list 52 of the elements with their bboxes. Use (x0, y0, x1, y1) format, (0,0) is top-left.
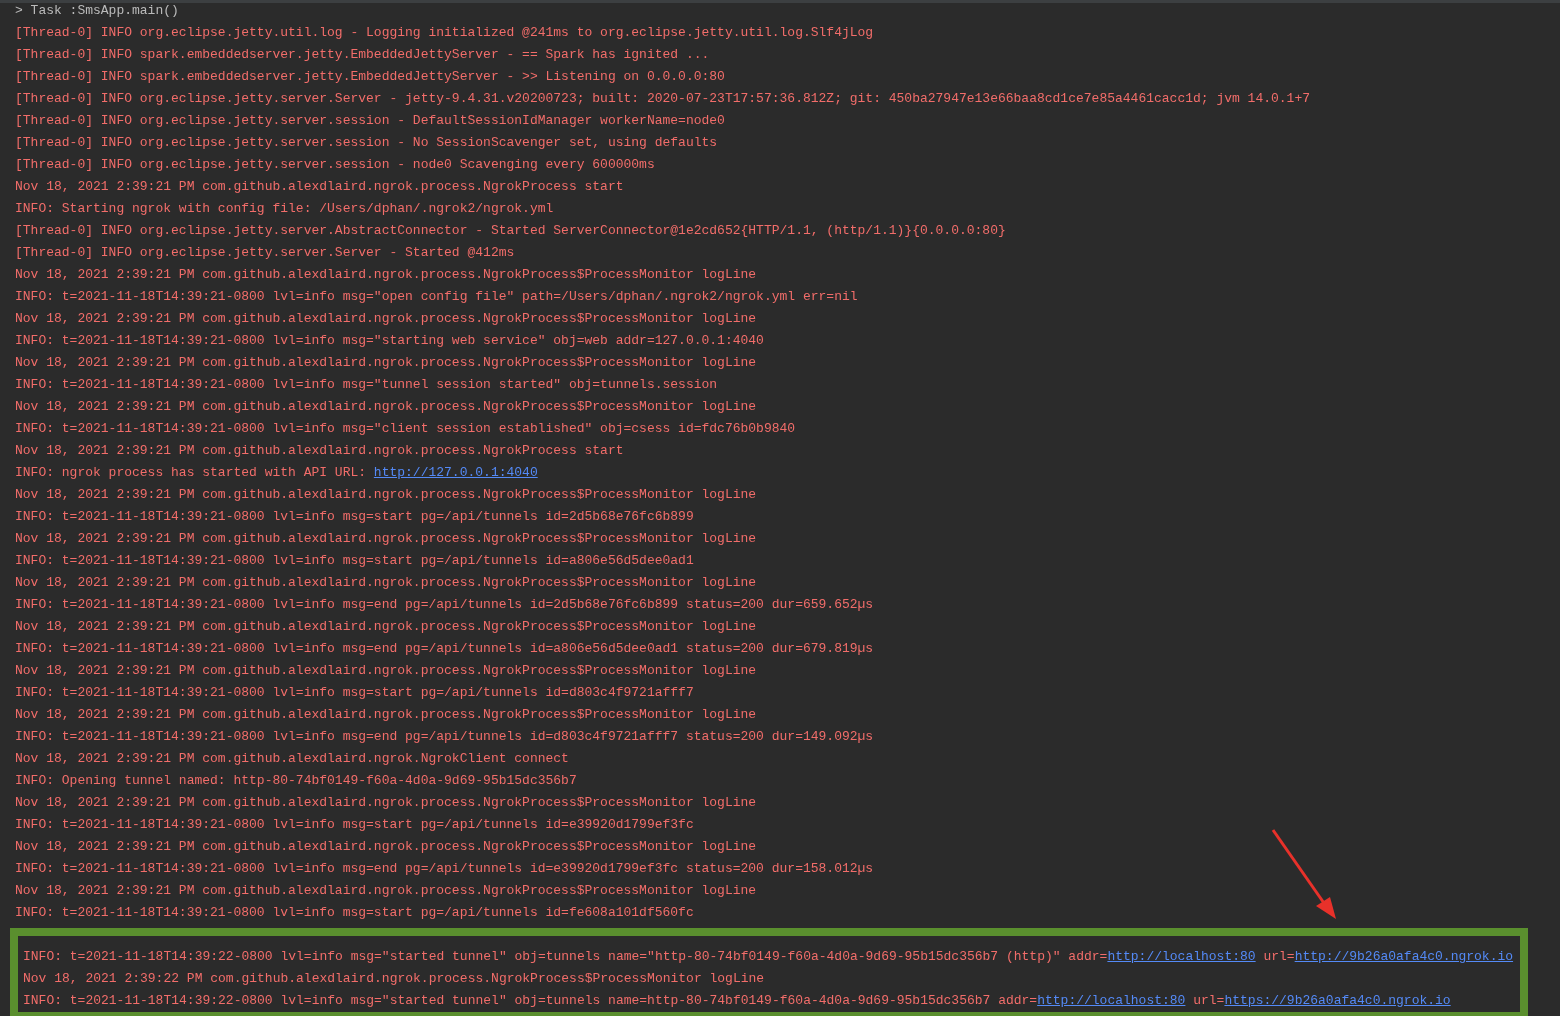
log-text: Nov 18, 2021 2:39:21 PM com.github.alexdlaird.ngrok.process.NgrokProcess start (15, 443, 624, 458)
log-text: Nov 18, 2021 2:39:21 PM com.github.alexdlaird.ngrok.process.NgrokProcess$ProcessMonitor logLine (15, 311, 757, 326)
log-text: Nov 18, 2021 2:39:21 PM com.github.alexdlaird.ngrok.process.NgrokProcess$ProcessMonitor logLine (15, 531, 757, 546)
log-text: INFO: Opening tunnel named: http-80-74bf0149-f60a-4d0a-9d69-95b15dc356b7 (15, 773, 577, 788)
log-text: Nov 18, 2021 2:39:21 PM com.github.alexdlaird.ngrok.process.NgrokProcess$ProcessMonitor logLine (15, 839, 757, 854)
log-link[interactable]: http://127.0.0.1:4040 (373, 465, 538, 480)
log-text: INFO: t=2021-11-18T14:39:21-0800 lvl=info msg=start pg=/api/tunnels id=a806e56d5dee0ad1 (15, 553, 694, 568)
log-text: [Thread-0] INFO org.eclipse.jetty.server.AbstractConnector - Started ServerConnector@1e2cd652{HTTP/1.1, (http/1.1)}{0.0.0.0:80} (15, 223, 1006, 238)
log-text: INFO: t=2021-11-18T14:39:21-0800 lvl=info msg="open config file" path=/Users/dphan/.ngrok2/ngrok.yml err=nil (15, 289, 858, 304)
log-text: INFO: t=2021-11-18T14:39:21-0800 lvl=info msg=end pg=/api/tunnels id=e39920d1799ef3fc status=200 dur=158.012µs (15, 861, 874, 876)
log-text: INFO: t=2021-11-18T14:39:21-0800 lvl=info msg=start pg=/api/tunnels id=e39920d1799ef3fc (15, 817, 694, 832)
log-text: INFO: Starting ngrok with config file: /Users/dphan/.ngrok2/ngrok.yml (15, 201, 554, 216)
log-text: url= (1192, 993, 1225, 1008)
log-text: Nov 18, 2021 2:39:21 PM com.github.alexdlaird.ngrok.process.NgrokProcess$ProcessMonitor logLine (15, 355, 757, 370)
log-text: INFO: t=2021-11-18T14:39:22-0800 lvl=info msg="started tunnel" obj=tunnels name=http-80-74bf0149-f60a-4d0a-9d69-95b15dc356b7 addr= (23, 993, 1038, 1008)
log-text: INFO: ngrok process has started with API URL: (15, 465, 368, 480)
log-text: [Thread-0] INFO spark.embeddedserver.jetty.EmbeddedJettyServer - >> Listening on 0.0.0.0:80 (15, 69, 725, 84)
log-text: [Thread-0] INFO org.eclipse.jetty.server.Server - jetty-9.4.31.v20200723; built: 2020-07-23T17:57:36.812Z; git: 450ba27947e13e66baa8cd1ce7e85a4461cacc1d; jvm 14.0.1+7 (15, 91, 1310, 106)
log-text: INFO: t=2021-11-18T14:39:21-0800 lvl=info msg=start pg=/api/tunnels id=fe608a101df560fc (15, 905, 694, 920)
log-text: INFO: t=2021-11-18T14:39:21-0800 lvl=info msg="starting web service" obj=web addr=127.0.0.1:4040 (15, 333, 764, 348)
log-link[interactable]: http://localhost:80 (1037, 993, 1186, 1008)
log-text: INFO: t=2021-11-18T14:39:21-0800 lvl=info msg=start pg=/api/tunnels id=2d5b68e76fc6b899 (15, 509, 694, 524)
log-text: INFO: t=2021-11-18T14:39:21-0800 lvl=info msg=start pg=/api/tunnels id=d803c4f9721afff7 (15, 685, 694, 700)
log-link[interactable]: http://localhost:80 (1107, 949, 1256, 964)
log-text: Nov 18, 2021 2:39:21 PM com.github.alexdlaird.ngrok.process.NgrokProcess$ProcessMonitor logLine (15, 663, 757, 678)
log-text: INFO: t=2021-11-18T14:39:21-0800 lvl=info msg="client session established" obj=csess id=fdc76b0b9840 (15, 421, 796, 436)
log-link[interactable]: http://9b26a0afa4c0.ngrok.io (1294, 949, 1514, 964)
log-text: INFO: t=2021-11-18T14:39:21-0800 lvl=info msg=end pg=/api/tunnels id=a806e56d5dee0ad1 status=200 dur=679.819µs (15, 641, 874, 656)
log-text: url= (1262, 949, 1295, 964)
log-text: Nov 18, 2021 2:39:21 PM com.github.alexdlaird.ngrok.process.NgrokProcess$ProcessMonitor logLine (15, 575, 757, 590)
log-text: Nov 18, 2021 2:39:21 PM com.github.alexdlaird.ngrok.process.NgrokProcess$ProcessMonitor logLine (15, 267, 757, 282)
log-text: Nov 18, 2021 2:39:21 PM com.github.alexdlaird.ngrok.process.NgrokProcess$ProcessMonitor logLine (15, 707, 757, 722)
log-text: [Thread-0] INFO org.eclipse.jetty.util.log - Logging initialized @241ms to org.eclipse.jetty.util.log.Slf4jLog (15, 25, 874, 40)
log-text: INFO: t=2021-11-18T14:39:21-0800 lvl=info msg=end pg=/api/tunnels id=2d5b68e76fc6b899 status=200 dur=659.652µs (15, 597, 874, 612)
log-text: Nov 18, 2021 2:39:21 PM com.github.alexdlaird.ngrok.NgrokClient connect (15, 751, 569, 766)
log-text: Nov 18, 2021 2:39:21 PM com.github.alexdlaird.ngrok.process.NgrokProcess$ProcessMonitor logLine (15, 487, 757, 502)
log-text: [Thread-0] INFO org.eclipse.jetty.server.session - DefaultSessionIdManager workerName=node0 (15, 113, 725, 128)
log-text: [Thread-0] INFO org.eclipse.jetty.server.session - node0 Scavenging every 600000ms (15, 157, 655, 172)
log-text: Nov 18, 2021 2:39:21 PM com.github.alexdlaird.ngrok.process.NgrokProcess start (15, 179, 624, 194)
log-text: [Thread-0] INFO spark.embeddedserver.jetty.EmbeddedJettyServer - == Spark has ignited ... (15, 47, 710, 62)
log-text: [Thread-0] INFO org.eclipse.jetty.server.session - No SessionScavenger set, using defaults (15, 135, 718, 150)
log-text: INFO: t=2021-11-18T14:39:21-0800 lvl=info msg=end pg=/api/tunnels id=d803c4f9721afff7 status=200 dur=149.092µs (15, 729, 874, 744)
log-text: Nov 18, 2021 2:39:21 PM com.github.alexdlaird.ngrok.process.NgrokProcess$ProcessMonitor logLine (15, 883, 757, 898)
task-header: > Task :SmsApp.main() (15, 3, 179, 18)
log-text: Nov 18, 2021 2:39:21 PM com.github.alexdlaird.ngrok.process.NgrokProcess$ProcessMonitor logLine (15, 619, 757, 634)
log-text: Nov 18, 2021 2:39:21 PM com.github.alexdlaird.ngrok.process.NgrokProcess$ProcessMonitor logLine (15, 795, 757, 810)
log-text: Nov 18, 2021 2:39:22 PM com.github.alexdlaird.ngrok.process.NgrokProcess$ProcessMonitor logLine (23, 971, 765, 986)
log-text: INFO: t=2021-11-18T14:39:22-0800 lvl=info msg="started tunnel" obj=tunnels name="http-80-74bf0149-f60a-4d0a-9d69-95b15dc356b7 (http)" addr= (23, 949, 1108, 964)
log-text: Nov 18, 2021 2:39:21 PM com.github.alexdlaird.ngrok.process.NgrokProcess$ProcessMonitor logLine (15, 399, 757, 414)
log-text: INFO: t=2021-11-18T14:39:21-0800 lvl=info msg="tunnel session started" obj=tunnels.session (15, 377, 718, 392)
log-link[interactable]: https://9b26a0afa4c0.ngrok.io (1224, 993, 1451, 1008)
log-text: [Thread-0] INFO org.eclipse.jetty.server.Server - Started @412ms (15, 245, 515, 260)
